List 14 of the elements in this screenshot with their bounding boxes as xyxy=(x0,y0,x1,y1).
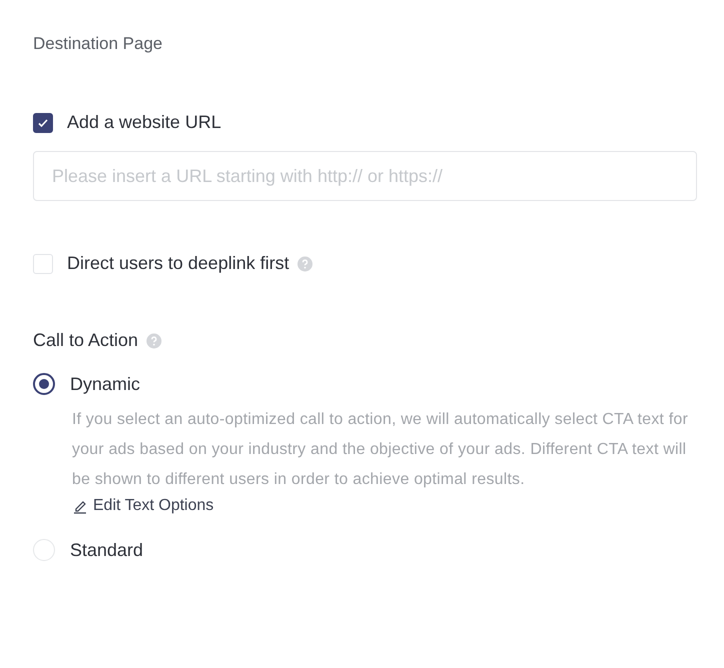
info-icon[interactable] xyxy=(146,332,162,348)
checkbox[interactable] xyxy=(33,112,53,132)
url-input-field[interactable]: Please insert a URL starting with http:// or https:// xyxy=(33,151,697,201)
check-icon xyxy=(37,116,49,128)
info-icon[interactable] xyxy=(297,256,314,272)
checkbox-label: Add a website URL xyxy=(67,112,222,133)
radio-button[interactable] xyxy=(33,373,55,395)
section-title: Destination Page xyxy=(33,34,164,54)
checkbox-label: Direct users to deeplink first xyxy=(67,253,290,274)
option-description: If you select an auto-optimized call to action, we will automatically select CTA text for your ads based on your industry and the objective of your ads. Different CTA text will be shown to different users in order to achieve optimal results. xyxy=(72,410,689,490)
section-title: Call to Action xyxy=(33,330,138,351)
radio-label: Standard xyxy=(70,540,144,560)
radio-label: Dynamic xyxy=(70,374,140,394)
edit-text-options-link[interactable]: Edit Text Options xyxy=(72,497,214,515)
